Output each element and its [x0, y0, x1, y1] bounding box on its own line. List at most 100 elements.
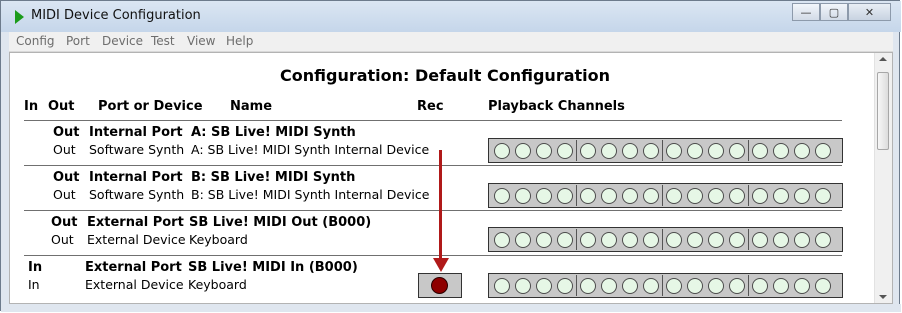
channel-led-icon[interactable] — [621, 142, 638, 159]
channel-led-icon[interactable] — [579, 142, 596, 159]
port-name: SB Live! MIDI Out (B000) — [189, 215, 372, 230]
header-out: Out — [48, 99, 75, 114]
channel-led-icon[interactable] — [772, 231, 789, 248]
row-divider — [24, 255, 842, 256]
scroll-down-icon[interactable] — [879, 295, 887, 299]
port-type: Internal Port — [89, 125, 183, 140]
channel-led-icon[interactable] — [772, 187, 789, 204]
channel-group-divider — [576, 140, 577, 161]
channel-group — [749, 186, 833, 205]
channel-led-icon[interactable] — [600, 142, 617, 159]
channel-led-icon[interactable] — [493, 277, 510, 294]
channel-led-icon[interactable] — [493, 187, 510, 204]
channel-group — [663, 186, 747, 205]
channel-led-icon[interactable] — [579, 231, 596, 248]
maximize-button[interactable]: ▢ — [820, 3, 848, 21]
channel-led-icon[interactable] — [556, 187, 573, 204]
channel-led-icon[interactable] — [707, 231, 724, 248]
channel-led-icon[interactable] — [665, 142, 682, 159]
channel-led-icon[interactable] — [751, 231, 768, 248]
channel-led-icon[interactable] — [514, 231, 531, 248]
channel-led-icon[interactable] — [814, 277, 831, 294]
app-window: MIDI Device Configuration — ▢ ✕ Config P… — [0, 0, 901, 312]
title-bar[interactable]: MIDI Device Configuration — ▢ ✕ — [1, 1, 901, 32]
header-port-or-device: Port or Device — [98, 99, 203, 114]
channel-led-icon[interactable] — [814, 231, 831, 248]
channel-led-icon[interactable] — [728, 277, 745, 294]
channel-led-icon[interactable] — [728, 231, 745, 248]
channel-led-icon[interactable] — [642, 142, 659, 159]
port-direction: Out — [53, 125, 80, 140]
channel-group-divider — [662, 140, 663, 161]
channel-led-icon[interactable] — [793, 142, 810, 159]
channel-led-icon[interactable] — [665, 187, 682, 204]
channel-led-icon[interactable] — [793, 187, 810, 204]
channel-led-icon[interactable] — [665, 231, 682, 248]
configuration-title: Configuration: Default Configuration — [280, 66, 611, 85]
channel-led-icon[interactable] — [642, 231, 659, 248]
channel-led-icon[interactable] — [772, 277, 789, 294]
channel-led-icon[interactable] — [728, 142, 745, 159]
channel-led-icon[interactable] — [728, 187, 745, 204]
channel-led-icon[interactable] — [686, 187, 703, 204]
device-direction: Out — [51, 232, 74, 247]
header-in: In — [24, 99, 39, 114]
channel-led-icon[interactable] — [707, 142, 724, 159]
channel-led-icon[interactable] — [686, 277, 703, 294]
playback-channels — [488, 138, 843, 163]
channel-led-icon[interactable] — [535, 231, 552, 248]
channel-led-icon[interactable] — [814, 187, 831, 204]
scroll-up-icon[interactable] — [879, 57, 887, 61]
port-direction: Out — [53, 170, 80, 185]
channel-led-icon[interactable] — [579, 187, 596, 204]
channel-led-icon[interactable] — [707, 277, 724, 294]
channel-led-icon[interactable] — [751, 187, 768, 204]
menu-config[interactable]: Config — [16, 34, 55, 48]
channel-led-icon[interactable] — [514, 142, 531, 159]
channel-led-icon[interactable] — [751, 277, 768, 294]
device-type: External Device — [85, 277, 184, 292]
channel-led-icon[interactable] — [535, 277, 552, 294]
channel-led-icon[interactable] — [686, 142, 703, 159]
channel-led-icon[interactable] — [751, 142, 768, 159]
channel-led-icon[interactable] — [535, 187, 552, 204]
channel-led-icon[interactable] — [665, 277, 682, 294]
channel-led-icon[interactable] — [556, 231, 573, 248]
channel-led-icon[interactable] — [621, 187, 638, 204]
menu-device[interactable]: Device — [102, 34, 143, 48]
menu-view[interactable]: View — [187, 34, 215, 48]
channel-led-icon[interactable] — [707, 187, 724, 204]
channel-led-icon[interactable] — [642, 277, 659, 294]
channel-group-divider — [748, 229, 749, 250]
channel-led-icon[interactable] — [600, 277, 617, 294]
channel-led-icon[interactable] — [535, 142, 552, 159]
channel-led-icon[interactable] — [642, 187, 659, 204]
channel-led-icon[interactable] — [686, 231, 703, 248]
channel-led-icon[interactable] — [793, 277, 810, 294]
channel-led-icon[interactable] — [814, 142, 831, 159]
channel-led-icon[interactable] — [600, 231, 617, 248]
channel-led-icon[interactable] — [600, 187, 617, 204]
channel-led-icon[interactable] — [514, 187, 531, 204]
channel-led-icon[interactable] — [772, 142, 789, 159]
channel-group-divider — [662, 275, 663, 296]
window-bottom-border — [1, 304, 901, 312]
rec-button[interactable] — [418, 273, 462, 298]
channel-group — [491, 230, 575, 249]
menu-help[interactable]: Help — [226, 34, 253, 48]
minimize-button[interactable]: — — [792, 3, 820, 21]
channel-led-icon[interactable] — [556, 277, 573, 294]
close-button[interactable]: ✕ — [848, 3, 891, 21]
channel-led-icon[interactable] — [621, 277, 638, 294]
channel-led-icon[interactable] — [493, 142, 510, 159]
menu-test[interactable]: Test — [151, 34, 175, 48]
channel-led-icon[interactable] — [514, 277, 531, 294]
channel-led-icon[interactable] — [579, 277, 596, 294]
scroll-thumb[interactable] — [877, 72, 889, 150]
channel-led-icon[interactable] — [793, 231, 810, 248]
channel-led-icon[interactable] — [556, 142, 573, 159]
channel-led-icon[interactable] — [493, 231, 510, 248]
channel-led-icon[interactable] — [621, 231, 638, 248]
vertical-scrollbar[interactable] — [874, 53, 892, 303]
menu-port[interactable]: Port — [66, 34, 90, 48]
